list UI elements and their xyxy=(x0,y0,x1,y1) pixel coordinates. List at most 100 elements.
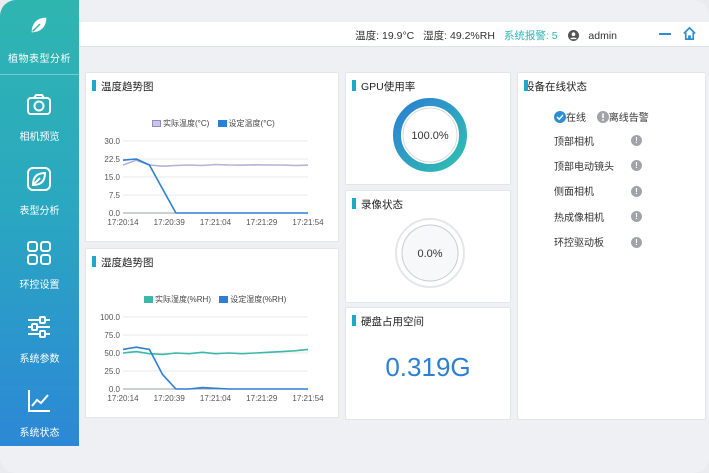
humidity-chart: 100.0 75.0 50.0 25.0 0.017:20:14 17:20:39 17:2… xyxy=(100,313,324,403)
legend-online-label: 在线 xyxy=(566,113,586,124)
device-row: 环控驱动板 xyxy=(554,234,604,249)
user-icon xyxy=(568,30,580,41)
minimize-icon[interactable] xyxy=(658,27,672,41)
chart-legend: 实际温度(°C) 设定温度(°C) xyxy=(146,118,275,129)
top-header: 温度: 19.9°C 湿度: 49.2%RH 系统报警: 5 admin xyxy=(79,22,709,47)
sliders-icon xyxy=(28,316,50,338)
header-actions xyxy=(658,26,697,46)
recording-status-card: 录像状态 0.0% xyxy=(345,190,511,303)
legend-label-actual: 实际温度(°C) xyxy=(163,119,210,128)
device-legend: 在线 离线告警 xyxy=(554,109,649,124)
gpu-usage-card: GPU使用率 100.0% xyxy=(345,72,511,185)
disk-usage-value: 0.319G xyxy=(385,352,471,382)
offline-alert-icon: ! xyxy=(631,237,642,248)
humidity-trend-card: 湿度趋势图 实际湿度(%RH) 设定湿度(%RH) 100.0 75.0 50.0 2… xyxy=(85,248,339,418)
y-tick-label: 22.5 xyxy=(104,155,120,164)
line-chart-icon xyxy=(28,390,50,412)
device-row: 侧面相机 xyxy=(554,183,594,198)
x-tick-label: 17:21:54 xyxy=(292,218,324,227)
device-name: 侧面相机 xyxy=(554,187,594,198)
temperature-trend-card: 温度趋势图 实际温度(°C) 设定温度(°C) 30.0 22.5 15.0 7.5 0… xyxy=(85,72,339,242)
disk-usage-card: 硬盘占用空间 0.319G xyxy=(345,307,511,420)
brand-title: 植物表型分析 xyxy=(8,54,71,65)
y-tick-label: 7.5 xyxy=(109,191,121,200)
device-name: 顶部相机 xyxy=(554,137,594,148)
sidebar-item-system-status[interactable]: 系统状态 xyxy=(0,372,79,446)
sidebar-item-phenotype-analysis[interactable]: 表型分析 xyxy=(0,150,79,224)
legend-label-set: 设定温度(°C) xyxy=(228,119,275,128)
card-title: GPU使用率 xyxy=(352,79,415,94)
device-name: 热成像相机 xyxy=(554,213,604,224)
system-alarm-link[interactable]: 系统报警: 5 xyxy=(504,30,558,42)
x-tick-label: 17:21:54 xyxy=(292,394,324,403)
username: admin xyxy=(588,30,617,42)
recording-gauge: 0.0% xyxy=(395,218,465,288)
card-title: 录像状态 xyxy=(352,197,403,212)
camera-icon xyxy=(27,94,51,115)
sidebar-item-system-parameters[interactable]: 系统参数 xyxy=(0,298,79,372)
y-tick-label: 0.0 xyxy=(109,385,121,394)
y-tick-label: 25.0 xyxy=(104,367,120,376)
user-menu[interactable]: admin xyxy=(568,30,617,42)
sidebar-item-label: 环控设置 xyxy=(19,280,60,291)
legend-label-actual: 实际湿度(%RH) xyxy=(155,295,211,304)
chart-legend: 实际湿度(%RH) 设定湿度(%RH) xyxy=(138,294,286,305)
series-line-2 xyxy=(122,158,308,214)
device-row: 顶部相机 xyxy=(554,133,594,148)
gpu-usage-gauge: 100.0% xyxy=(393,98,467,172)
sidebar-item-label: 相机预览 xyxy=(19,132,60,143)
y-tick-label: 50.0 xyxy=(104,349,120,358)
y-tick-label: 100.0 xyxy=(100,313,121,322)
device-name: 环控驱动板 xyxy=(554,238,604,249)
series-line-1 xyxy=(122,159,309,168)
sidebar-item-environment-control[interactable]: 环控设置 xyxy=(0,224,79,298)
legend-swatch-set xyxy=(219,296,229,303)
app-window: 植物表型分析 相机预览 表型分析 环控设置 系统参数 系统状态 温度: 19.9… xyxy=(0,0,709,473)
legend-swatch-actual xyxy=(152,120,161,127)
device-row: 热成像相机 xyxy=(554,209,604,224)
x-tick-label: 17:20:14 xyxy=(107,218,139,227)
offline-alert-icon: ! xyxy=(631,211,642,222)
sidebar-item-camera-preview[interactable]: 相机预览 xyxy=(0,76,79,150)
x-tick-label: 17:21:29 xyxy=(246,218,278,227)
device-status-card: 设备在线状态 在线 离线告警 顶部相机 ! 顶部电动镜头 ! 侧面相机 ! 热成… xyxy=(517,72,706,420)
card-title: 设备在线状态 xyxy=(524,80,587,93)
legend-swatch-actual xyxy=(144,296,153,303)
y-tick-label: 30.0 xyxy=(104,137,120,146)
x-tick-label: 17:20:39 xyxy=(154,218,186,227)
grid-icon xyxy=(27,241,51,265)
offline-alert-icon: ! xyxy=(631,135,642,146)
gpu-usage-value: 100.0% xyxy=(411,130,449,142)
sidebar-item-label: 系统状态 xyxy=(19,428,60,439)
leaf-icon xyxy=(27,167,51,191)
online-check-icon xyxy=(554,111,566,123)
card-title: 温度趋势图 xyxy=(92,79,154,94)
legend-label-set: 设定湿度(%RH) xyxy=(230,295,287,304)
device-name: 顶部电动镜头 xyxy=(554,162,614,173)
recording-value: 0.0% xyxy=(417,248,442,260)
brand: 植物表型分析 xyxy=(0,0,79,75)
humidity-readout: 湿度: 49.2%RH xyxy=(423,30,495,42)
offline-alert-icon xyxy=(596,111,609,123)
temperature-chart: 30.0 22.5 15.0 7.5 0.017:20:14 17:20:39 17:21:… xyxy=(104,137,324,227)
y-tick-label: 0.0 xyxy=(109,209,121,218)
leaf-logo-icon xyxy=(31,17,47,33)
x-tick-label: 17:21:29 xyxy=(246,394,278,403)
offline-alert-icon: ! xyxy=(631,160,642,171)
sidebar-item-label: 系统参数 xyxy=(19,354,60,365)
home-icon[interactable] xyxy=(682,26,697,41)
device-row: 顶部电动镜头 xyxy=(554,158,614,173)
temperature-readout: 温度: 19.9°C xyxy=(355,30,415,42)
sidebar: 植物表型分析 相机预览 表型分析 环控设置 系统参数 系统状态 xyxy=(0,0,79,446)
card-title: 湿度趋势图 xyxy=(92,255,154,270)
legend-swatch-set xyxy=(217,120,227,127)
y-tick-label: 15.0 xyxy=(104,173,120,182)
x-tick-label: 17:21:04 xyxy=(200,218,232,227)
card-title: 硬盘占用空间 xyxy=(352,314,424,329)
x-tick-label: 17:20:14 xyxy=(107,394,139,403)
legend-offline-label: 离线告警 xyxy=(608,113,649,124)
offline-alert-icon: ! xyxy=(631,186,642,197)
y-tick-label: 75.0 xyxy=(104,331,120,340)
sidebar-item-label: 表型分析 xyxy=(19,206,60,217)
x-tick-label: 17:21:04 xyxy=(200,394,232,403)
